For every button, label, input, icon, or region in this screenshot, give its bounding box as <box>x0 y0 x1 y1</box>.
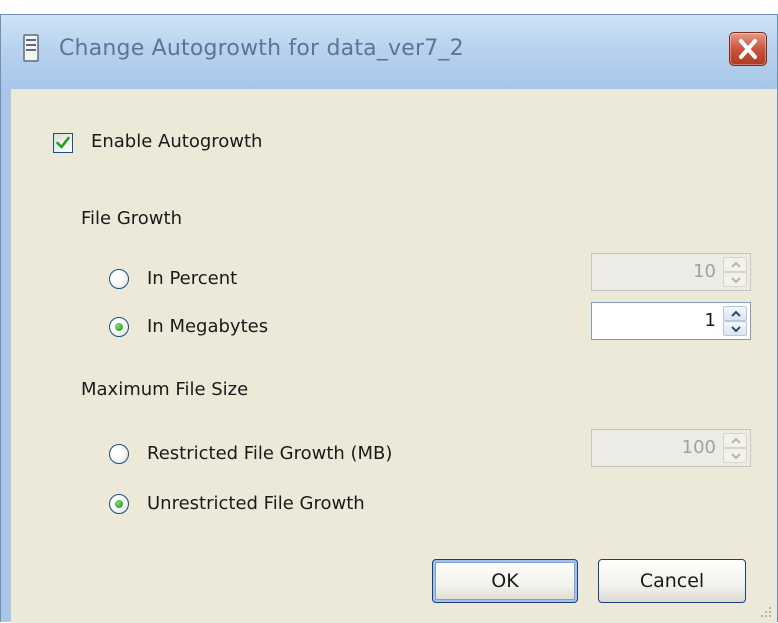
server-icon <box>23 34 39 62</box>
restricted-file-growth-radio[interactable] <box>109 444 129 464</box>
restricted-decrement-button <box>723 448 747 463</box>
restricted-file-growth-label[interactable]: Restricted File Growth (MB) <box>147 443 392 465</box>
in-megabytes-value[interactable]: 1 <box>705 310 716 331</box>
in-megabytes-decrement-button[interactable] <box>723 321 747 336</box>
in-percent-label[interactable]: In Percent <box>147 268 237 290</box>
close-icon <box>739 39 757 59</box>
dialog-body: Enable Autogrowth File Growth In Percent… <box>11 89 777 623</box>
cancel-button[interactable]: Cancel <box>598 559 746 603</box>
in-percent-radio[interactable] <box>109 269 129 289</box>
resize-grip-icon[interactable] <box>757 603 773 619</box>
enable-autogrowth-checkbox[interactable] <box>53 133 73 153</box>
in-megabytes-spinbox[interactable]: 1 <box>591 302 751 340</box>
restricted-increment-button <box>723 433 747 448</box>
window-title: Change Autogrowth for data_ver7_2 <box>59 36 464 61</box>
chevron-up-icon <box>731 437 741 444</box>
ok-button[interactable]: OK <box>432 559 578 603</box>
chevron-down-icon <box>731 326 741 333</box>
title-bar[interactable]: Change Autogrowth for data_ver7_2 <box>1 15 777 89</box>
unrestricted-file-growth-radio[interactable] <box>109 494 129 514</box>
close-button[interactable] <box>729 32 767 66</box>
in-percent-increment-button <box>723 257 747 272</box>
chevron-up-icon <box>731 261 741 268</box>
chevron-up-icon <box>731 310 741 317</box>
unrestricted-file-growth-label[interactable]: Unrestricted File Growth <box>147 493 365 515</box>
enable-autogrowth-label[interactable]: Enable Autogrowth <box>91 131 262 153</box>
in-megabytes-radio[interactable] <box>109 317 129 337</box>
restricted-file-growth-value: 100 <box>681 437 716 458</box>
chevron-down-icon <box>731 453 741 460</box>
in-percent-spinbox: 10 <box>591 253 751 291</box>
in-megabytes-increment-button[interactable] <box>723 306 747 321</box>
in-megabytes-label[interactable]: In Megabytes <box>147 316 268 338</box>
restricted-file-growth-spinbox: 100 <box>591 429 751 467</box>
file-growth-heading: File Growth <box>81 208 182 229</box>
in-percent-decrement-button <box>723 272 747 287</box>
checkmark-icon <box>56 136 70 149</box>
maximum-file-size-heading: Maximum File Size <box>81 379 249 400</box>
dialog-window: Change Autogrowth for data_ver7_2 Enable… <box>0 14 778 623</box>
in-percent-value: 10 <box>693 261 716 282</box>
chevron-down-icon <box>731 277 741 284</box>
